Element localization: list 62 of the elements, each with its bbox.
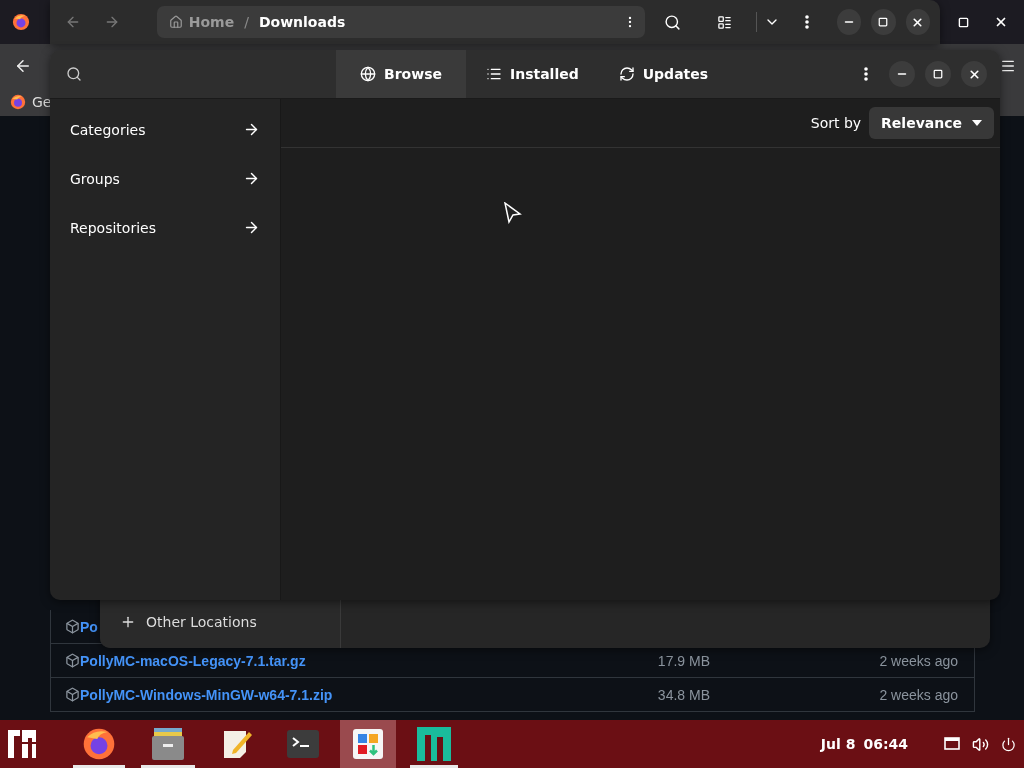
display-icon[interactable] [944, 737, 960, 751]
path-crumb[interactable]: Downloads [258, 14, 346, 30]
terminal-icon [287, 730, 319, 758]
browser-tab-title[interactable]: Ge [32, 94, 52, 110]
package-icon [65, 619, 80, 634]
firefox-icon [82, 727, 116, 761]
file-link[interactable]: Po [80, 618, 98, 635]
more-icon [805, 15, 810, 29]
refresh-icon [618, 66, 635, 82]
manjaro-logo-icon [417, 727, 451, 761]
menu-logo-icon [8, 730, 36, 758]
firefox-icon [12, 13, 30, 31]
close-icon [967, 67, 981, 81]
package-icon [65, 653, 80, 668]
file-date: 2 weeks ago [878, 686, 958, 703]
taskbar-app[interactable] [340, 720, 396, 768]
list-icon [485, 66, 502, 82]
sidebar-item[interactable]: Categories [50, 105, 280, 154]
firefox-icon [10, 94, 26, 110]
minimize-button[interactable] [836, 9, 861, 35]
close-icon [994, 15, 1008, 29]
path-crumb[interactable]: Home [168, 14, 235, 30]
tab[interactable]: Browse [336, 50, 466, 98]
menu-icon[interactable] [1000, 58, 1016, 74]
maximize-icon [878, 17, 889, 27]
sidebar-item[interactable]: Groups [50, 154, 280, 203]
more-icon [864, 67, 868, 81]
file-size: 34.8 MB [656, 686, 710, 703]
sort-label: Sort by [810, 115, 862, 131]
sort-dropdown[interactable]: Relevance [869, 107, 994, 139]
power-icon[interactable] [1001, 736, 1016, 752]
minimize-button[interactable] [889, 61, 915, 87]
tab[interactable]: Updates [598, 50, 729, 98]
list-view-icon [717, 14, 733, 30]
volume-icon[interactable] [972, 735, 989, 753]
package-icon [65, 687, 80, 702]
software-store-icon [353, 729, 383, 759]
back-icon[interactable] [14, 57, 32, 75]
time-text: 06:44 [863, 736, 908, 752]
tab[interactable]: Installed [465, 50, 599, 98]
close-button[interactable] [961, 61, 987, 87]
maximize-button[interactable] [871, 9, 896, 35]
path-separator: / [244, 14, 249, 30]
file-date: 2 weeks ago [878, 652, 958, 669]
home-icon [168, 15, 183, 29]
file-cabinet-icon [151, 728, 185, 760]
notepad-icon [221, 728, 253, 760]
search-icon [663, 13, 681, 31]
file-link[interactable]: PollyMC-Windows-MinGW-w64-7.1.zip [80, 686, 333, 703]
sidebar-item[interactable]: Repositories [50, 203, 280, 252]
file-link[interactable]: PollyMC-macOS-Legacy-7.1.tar.gz [80, 652, 306, 669]
caret-icon [972, 120, 982, 126]
maximize-icon [957, 16, 969, 28]
date-text: Jul 8 [820, 736, 856, 752]
search-icon[interactable] [66, 66, 82, 82]
cursor-icon [504, 202, 522, 224]
globe-icon [360, 66, 376, 82]
plus-icon [120, 614, 136, 630]
maximize-button[interactable] [925, 61, 951, 87]
file-size: 17.9 MB [656, 652, 710, 669]
close-button[interactable] [905, 9, 930, 35]
maximize-icon [933, 69, 943, 79]
